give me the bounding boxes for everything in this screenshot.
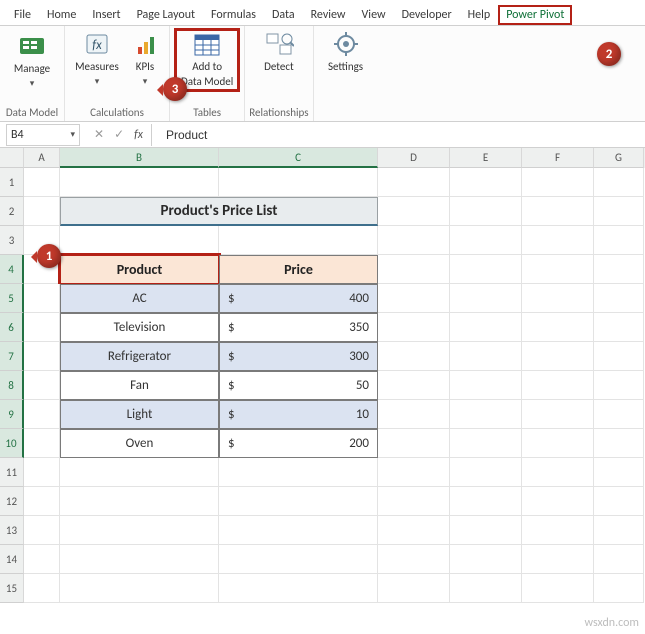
cell-b9[interactable]: Light	[60, 400, 219, 429]
add-to-label-1: Add to	[192, 60, 222, 73]
cell-b4[interactable]: Product	[60, 255, 219, 284]
settings-button[interactable]: Settings	[318, 28, 374, 75]
enter-icon[interactable]: ✓	[114, 127, 124, 142]
col-header-a[interactable]: A	[24, 148, 60, 168]
settings-label: Settings	[328, 60, 363, 73]
group-settings: Settings	[314, 26, 378, 121]
group-label-data-model: Data Model	[6, 106, 58, 121]
tab-review[interactable]: Review	[303, 5, 354, 25]
cell-c4[interactable]: Price	[219, 255, 378, 284]
row-header-3[interactable]: 3	[0, 226, 24, 255]
formula-actions: ✕ ✓ fx	[86, 127, 151, 142]
tab-file[interactable]: File	[6, 5, 39, 25]
group-label-calc: Calculations	[90, 106, 144, 121]
detect-button[interactable]: Detect	[251, 28, 307, 75]
callout-2: 2	[597, 42, 621, 66]
group-label-settings	[344, 106, 347, 121]
detect-icon	[264, 30, 294, 58]
tab-home[interactable]: Home	[39, 5, 84, 25]
row-header-14[interactable]: 14	[0, 545, 24, 574]
tab-help[interactable]: Help	[460, 5, 499, 25]
group-label-tables: Tables	[193, 106, 221, 121]
chevron-down-icon: ▾	[143, 75, 148, 88]
cell-b8[interactable]: Fan	[60, 371, 219, 400]
cell-b5[interactable]: AC	[60, 284, 219, 313]
row-header-6[interactable]: 6	[0, 313, 24, 342]
manage-button[interactable]: Manage ▾	[4, 28, 60, 92]
row-header-1[interactable]: 1	[0, 168, 24, 197]
group-label-rel: Relationships	[249, 106, 308, 121]
row-header-7[interactable]: 7	[0, 342, 24, 371]
group-relationships: Detect Relationships	[245, 26, 313, 121]
kpis-label: KPIs	[136, 60, 154, 73]
row-header-10[interactable]: 10	[0, 429, 24, 458]
cell-c8[interactable]: $50	[219, 371, 378, 400]
watermark: wsxdn.com	[584, 616, 639, 630]
col-header-g[interactable]: G	[594, 148, 644, 168]
col-header-e[interactable]: E	[450, 148, 522, 168]
cell-c9[interactable]: $10	[219, 400, 378, 429]
row-header-8[interactable]: 8	[0, 371, 24, 400]
add-to-label-2: Data Model	[181, 75, 233, 88]
tab-developer[interactable]: Developer	[394, 5, 460, 25]
row-header-15[interactable]: 15	[0, 574, 24, 603]
cell-b7[interactable]: Refrigerator	[60, 342, 219, 371]
tab-data[interactable]: Data	[264, 5, 303, 25]
spreadsheet[interactable]: A B C D E F G 1 2 Product's Price List 3…	[0, 148, 645, 603]
cell-c5[interactable]: $400	[219, 284, 378, 313]
col-header-f[interactable]: F	[522, 148, 594, 168]
cell-c7[interactable]: $300	[219, 342, 378, 371]
chevron-down-icon: ▾	[70, 129, 75, 140]
measures-button[interactable]: fx Measures ▾	[69, 28, 125, 90]
row-header-11[interactable]: 11	[0, 458, 24, 487]
tab-page-layout[interactable]: Page Layout	[129, 5, 203, 25]
formula-input[interactable]	[151, 124, 645, 146]
tab-formulas[interactable]: Formulas	[203, 5, 264, 25]
svg-text:fx: fx	[92, 38, 102, 53]
cancel-icon[interactable]: ✕	[94, 127, 104, 142]
formula-bar: B4 ▾ ✕ ✓ fx	[0, 122, 645, 148]
title-cell[interactable]: Product's Price List	[60, 197, 378, 226]
group-tables: Add to Data Model Tables	[170, 26, 245, 121]
row-header-12[interactable]: 12	[0, 487, 24, 516]
tab-power-pivot[interactable]: Power Pivot	[498, 5, 572, 25]
row-header-13[interactable]: 13	[0, 516, 24, 545]
data-model-icon	[17, 30, 47, 60]
tab-view[interactable]: View	[354, 5, 394, 25]
name-box[interactable]: B4 ▾	[6, 124, 80, 146]
group-data-model: Manage ▾ Data Model	[0, 26, 65, 121]
row-header-2[interactable]: 2	[0, 197, 24, 226]
kpis-button[interactable]: KPIs ▾	[125, 28, 165, 90]
tab-insert[interactable]: Insert	[84, 5, 128, 25]
cell-c6[interactable]: $350	[219, 313, 378, 342]
select-all-corner[interactable]	[0, 148, 24, 168]
grid-body[interactable]: 1 2 Product's Price List 3 4 Product Pri…	[0, 168, 645, 603]
gear-icon	[332, 30, 360, 58]
measures-label: Measures	[75, 60, 119, 73]
cell-reference: B4	[11, 128, 24, 142]
row-header-9[interactable]: 9	[0, 400, 24, 429]
fx-icon: fx	[83, 30, 111, 58]
col-header-b[interactable]: B	[60, 148, 219, 168]
callout-3: 3	[163, 77, 187, 101]
cell-b6[interactable]: Television	[60, 313, 219, 342]
row-header-5[interactable]: 5	[0, 284, 24, 313]
kpi-icon	[131, 30, 159, 58]
group-calculations: fx Measures ▾ KPIs ▾ Calculations	[65, 26, 170, 121]
cell-b10[interactable]: Oven	[60, 429, 219, 458]
fx-icon[interactable]: fx	[134, 128, 143, 142]
callout-1: 1	[37, 244, 61, 268]
col-header-c[interactable]: C	[219, 148, 378, 168]
ribbon: Manage ▾ Data Model fx Measures ▾ KPIs ▾	[0, 26, 645, 122]
chevron-down-icon: ▾	[30, 77, 35, 90]
chevron-down-icon: ▾	[95, 75, 100, 88]
column-headers: A B C D E F G	[0, 148, 645, 168]
manage-label: Manage	[14, 62, 50, 75]
table-icon	[192, 32, 222, 58]
cell-c10[interactable]: $200	[219, 429, 378, 458]
detect-label: Detect	[264, 60, 294, 73]
ribbon-tabs: File Home Insert Page Layout Formulas Da…	[0, 0, 645, 26]
row-header-4[interactable]: 4	[0, 255, 24, 284]
col-header-d[interactable]: D	[378, 148, 450, 168]
